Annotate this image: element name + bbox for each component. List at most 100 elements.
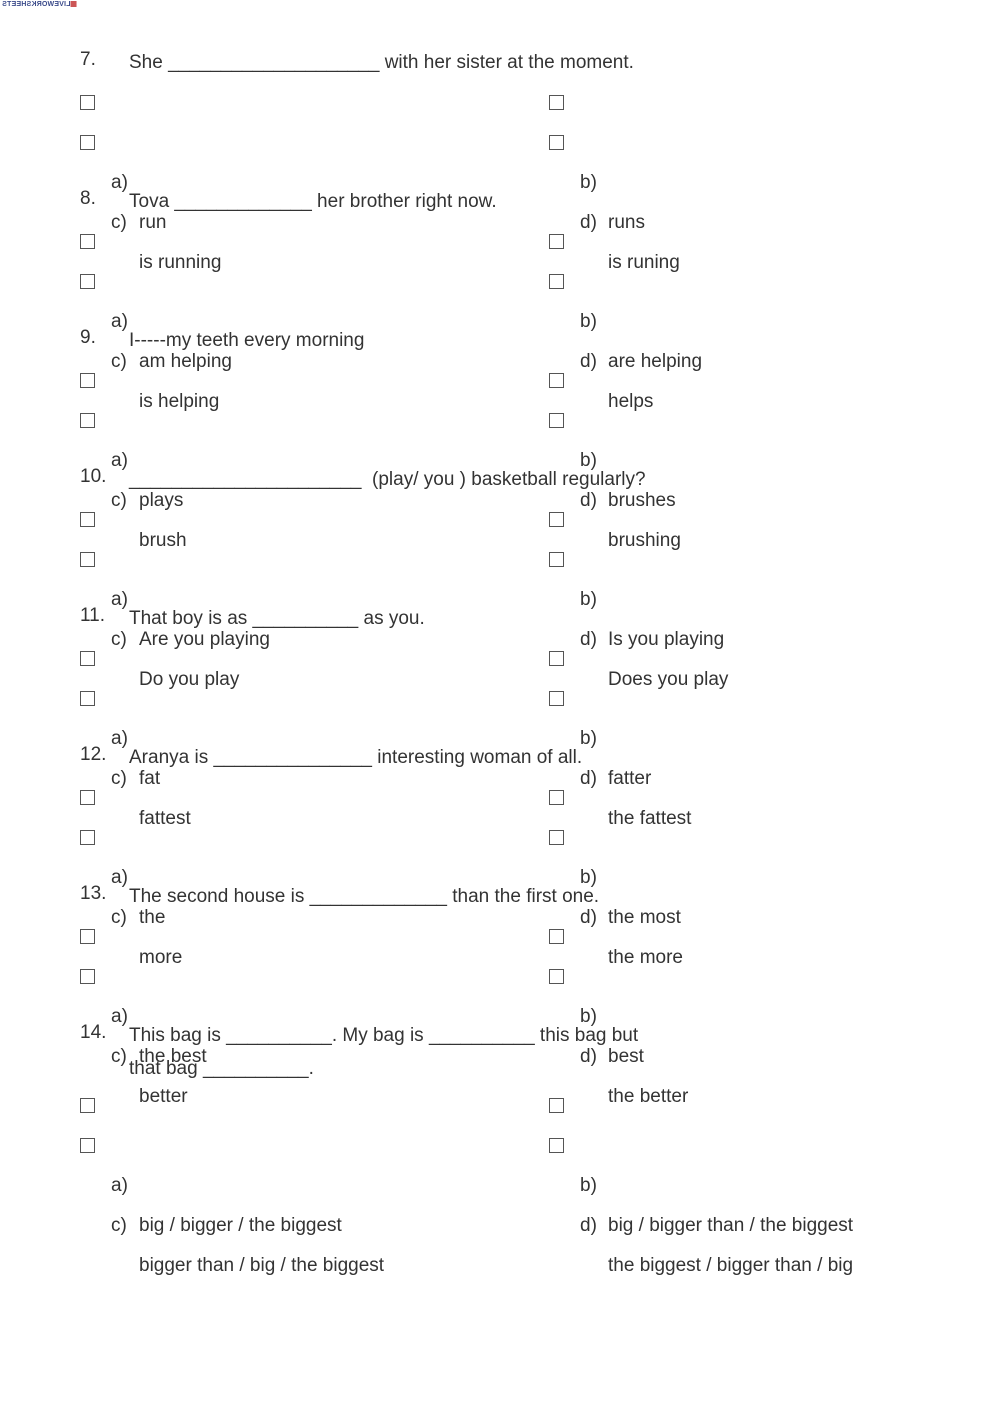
option[interactable]: b) fatter	[549, 639, 651, 789]
question-line: 14. This bag is __________. My bag is ___…	[0, 1016, 1000, 1056]
option[interactable]: d) Does you play	[549, 540, 728, 690]
checkbox[interactable]	[549, 1098, 564, 1113]
option[interactable]: c) better	[80, 957, 188, 1107]
question-text: The second house is _____________ than t…	[129, 886, 600, 907]
question-line: 12. Aranya is _______________ interesting…	[0, 738, 1000, 778]
checkbox[interactable]	[549, 552, 564, 567]
option-text: big / bigger than / the biggest	[608, 1215, 854, 1236]
question-text: ______________________ (play/ you ) bask…	[129, 469, 646, 490]
option-letter: c)	[111, 1215, 127, 1236]
question-number: 13.	[80, 883, 107, 904]
option[interactable]: b) big / bigger than / the biggest	[549, 1086, 853, 1236]
option[interactable]: b) brushes	[549, 361, 676, 511]
checkbox[interactable]	[80, 830, 95, 845]
checkbox[interactable]	[80, 512, 95, 527]
option[interactable]: c) more	[80, 818, 182, 968]
option-row: a) the best b) best	[0, 917, 1000, 1067]
checkbox[interactable]	[549, 413, 564, 428]
option-row: a) Are you playing b) Is you playing	[0, 500, 1000, 650]
option[interactable]: a) the	[80, 778, 165, 928]
option[interactable]: b) runs	[549, 83, 645, 233]
option[interactable]: d) helps	[549, 262, 653, 412]
option[interactable]: a) plays	[80, 361, 183, 511]
checkbox[interactable]	[549, 691, 564, 706]
option[interactable]: c) brush	[80, 401, 187, 551]
option[interactable]: a) fat	[80, 639, 160, 789]
option-row: a) big / bigger / the biggest b) big / b…	[0, 1086, 1000, 1236]
checkbox[interactable]	[80, 929, 95, 944]
checkbox[interactable]	[80, 234, 95, 249]
option[interactable]: c) is running	[80, 123, 221, 273]
option[interactable]: c) bigger than / big / the biggest	[80, 1126, 384, 1276]
question-11: 11. That boy is as __________ as you. a) …	[0, 599, 1000, 829]
option-row: c) bigger than / big / the biggest d) th…	[0, 1126, 1000, 1276]
question-number: 7.	[80, 49, 96, 70]
question-text: Aranya is _______________ interesting wo…	[129, 747, 583, 768]
checkbox[interactable]	[80, 135, 95, 150]
question-number: 8.	[80, 188, 96, 209]
option[interactable]: d) brushing	[549, 401, 681, 551]
option[interactable]: a) the best	[80, 917, 207, 1067]
question-14: 14. This bag is __________. My bag is ___…	[0, 1016, 1000, 1276]
question-line: 11. That boy is as __________ as you.	[0, 599, 1000, 639]
question-line: 10. ______________________ (play/ you ) b…	[0, 460, 1000, 500]
question-line: 9. I-----my teeth every morning	[0, 321, 1000, 361]
checkbox[interactable]	[80, 651, 95, 666]
checkbox[interactable]	[80, 552, 95, 567]
option-row: c) fattest d) the fattest	[0, 679, 1000, 829]
checkbox[interactable]	[549, 969, 564, 984]
question-number: 10.	[80, 466, 107, 487]
checkbox[interactable]	[549, 234, 564, 249]
question-number: 14.	[80, 1022, 107, 1043]
option[interactable]: a) big / bigger / the biggest	[80, 1086, 342, 1236]
option[interactable]: d) the biggest / bigger than / big	[549, 1126, 853, 1276]
option[interactable]: d) the better	[549, 957, 688, 1107]
checkbox[interactable]	[549, 373, 564, 388]
option-row: c) is running d) is runing	[0, 123, 1000, 273]
option[interactable]: b) are helping	[549, 222, 702, 372]
checkbox[interactable]	[80, 373, 95, 388]
option[interactable]: d) is runing	[549, 123, 680, 273]
option-row: a) am helping b) are helping	[0, 222, 1000, 372]
option[interactable]: a) run	[80, 83, 166, 233]
checkbox[interactable]	[80, 413, 95, 428]
question-line: that bag __________.	[0, 1051, 1000, 1086]
option-row: c) is helping d) helps	[0, 262, 1000, 412]
question-line: 8. Tova _____________ her brother right n…	[0, 182, 1000, 222]
question-number: 9.	[80, 327, 96, 348]
checkbox[interactable]	[549, 790, 564, 805]
question-12: 12. Aranya is _______________ interesting…	[0, 738, 1000, 968]
question-text: This bag is __________. My bag is ______…	[129, 1025, 639, 1046]
question-number: 12.	[80, 744, 107, 765]
question-text: Tova _____________ her brother right now…	[129, 191, 497, 212]
checkbox[interactable]	[80, 969, 95, 984]
checkbox[interactable]	[80, 274, 95, 289]
checkbox[interactable]	[549, 651, 564, 666]
question-7: 7. She ____________________ with her sist…	[0, 43, 1000, 273]
checkbox[interactable]	[80, 1098, 95, 1113]
checkbox[interactable]	[549, 1138, 564, 1153]
option[interactable]: b) the most	[549, 778, 681, 928]
option[interactable]: a) am helping	[80, 222, 232, 372]
checkbox[interactable]	[549, 929, 564, 944]
checkbox[interactable]	[549, 274, 564, 289]
checkbox[interactable]	[549, 135, 564, 150]
option[interactable]: b) Is you playing	[549, 500, 724, 650]
option[interactable]: c) is helping	[80, 262, 219, 412]
question-list: 7. She ____________________ with her sist…	[0, 43, 1000, 1276]
option[interactable]: d) the more	[549, 818, 683, 968]
liveworksheets-logo: LIVEWORKSHEETS	[2, 1, 78, 8]
checkbox[interactable]	[549, 830, 564, 845]
option[interactable]: a) Are you playing	[80, 500, 270, 650]
option[interactable]: c) fattest	[80, 679, 191, 829]
checkbox[interactable]	[80, 1138, 95, 1153]
checkbox[interactable]	[549, 512, 564, 527]
checkbox[interactable]	[80, 691, 95, 706]
option[interactable]: d) the fattest	[549, 679, 691, 829]
checkbox[interactable]	[549, 95, 564, 110]
option[interactable]: c) Do you play	[80, 540, 239, 690]
checkbox[interactable]	[80, 790, 95, 805]
option[interactable]: b) best	[549, 917, 644, 1067]
question-line: 13. The second house is _____________ tha…	[0, 877, 1000, 917]
checkbox[interactable]	[80, 95, 95, 110]
